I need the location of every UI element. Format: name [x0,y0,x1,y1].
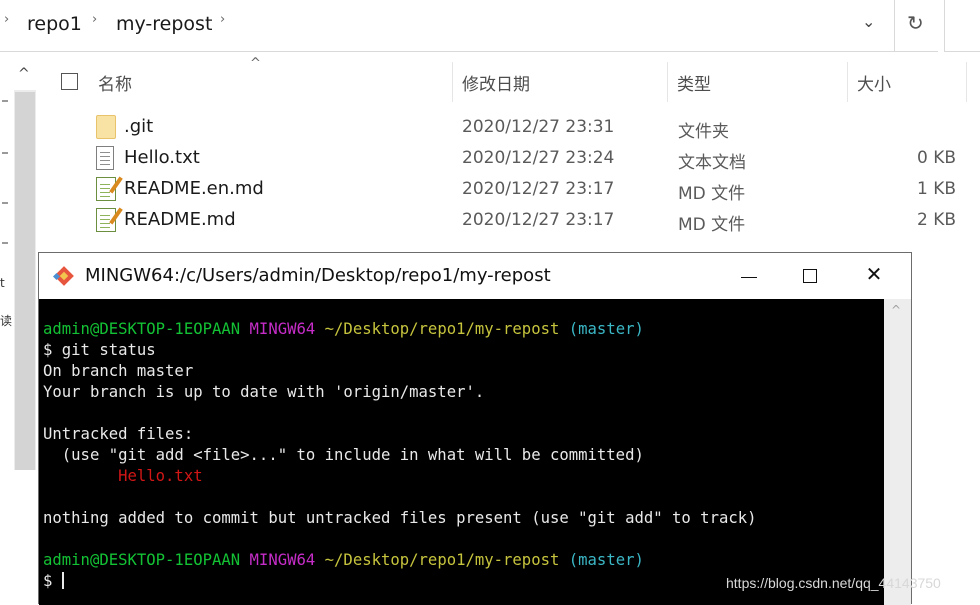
terminal-title-bar[interactable]: MINGW64:/c/Users/admin/Desktop/repo1/my-… [39,253,911,299]
address-dropdown-icon[interactable]: ⌄ [862,12,875,31]
output-line: On branch master [43,362,194,380]
breadcrumb-repo1[interactable]: repo1 [27,13,82,35]
file-date: 2020/12/27 23:17 [462,210,615,230]
markdown-file-icon [96,176,123,201]
refresh-button[interactable]: ↻ [894,0,938,52]
prompt-shell: MINGW64 [249,551,316,569]
minimize-icon [741,277,757,278]
file-name: .git [124,116,154,137]
terminal-text: admin@DESKTOP-1EOPAAN MINGW64 ~/Desktop/… [43,319,757,592]
column-divider[interactable] [966,62,967,102]
file-size: 2 KB [916,210,956,230]
file-type: MD 文件 [678,184,746,204]
breadcrumb-chevron-icon[interactable]: › [220,12,225,27]
file-date: 2020/12/27 23:24 [462,148,615,168]
breadcrumb-chevron-icon[interactable]: › [92,12,97,27]
output-line: Untracked files: [43,425,194,443]
prompt-branch: (master) [568,551,644,569]
close-icon: ✕ [865,262,883,286]
column-divider[interactable] [452,62,453,102]
folder-icon [96,115,116,139]
file-row[interactable]: README.en.md 2020/12/27 23:17 MD 文件 1 KB [90,174,970,205]
address-bar[interactable]: › repo1 › my-repost › ⌄ [0,0,895,52]
column-header-size[interactable]: 大小 [857,70,891,95]
text-cursor [61,572,64,589]
nav-scrollbar-thumb[interactable] [15,92,35,470]
prompt-shell: MINGW64 [249,320,316,338]
column-divider[interactable] [667,62,668,102]
file-type: 文件夹 [678,122,729,142]
scroll-up-icon[interactable]: ^ [891,303,901,317]
file-name: Hello.txt [124,147,200,168]
file-name: README.md [124,209,236,230]
nav-marker [2,242,8,244]
untracked-file: Hello.txt [43,467,203,485]
prompt-path: ~/Desktop/repo1/my-repost [324,551,560,569]
nav-fragment[interactable]: t [0,276,5,290]
select-all-checkbox[interactable] [61,73,78,90]
nav-marker [2,202,8,204]
refresh-icon: ↻ [907,11,924,35]
terminal-window[interactable]: MINGW64:/c/Users/admin/Desktop/repo1/my-… [38,252,912,605]
output-line: Your branch is up to date with 'origin/m… [43,383,485,401]
breadcrumb-my-repost[interactable]: my-repost [116,13,212,35]
maximize-button[interactable] [781,253,843,299]
column-header-name[interactable]: 名称 [98,70,132,95]
file-name: README.en.md [124,178,264,199]
command-line: $ git status [43,341,156,359]
file-type: MD 文件 [678,215,746,235]
prompt-user-host: admin@DESKTOP-1EOPAAN [43,551,241,569]
text-file-icon [96,146,114,170]
minimize-button[interactable] [719,253,781,299]
file-type: 文本文档 [678,153,746,173]
column-header-type[interactable]: 类型 [677,70,711,95]
terminal-output[interactable]: admin@DESKTOP-1EOPAAN MINGW64 ~/Desktop/… [39,299,884,605]
output-line: (use "git add <file>..." to include in w… [43,446,644,464]
file-size: 0 KB [916,148,956,168]
close-button[interactable]: ✕ [843,253,905,299]
file-row[interactable]: Hello.txt 2020/12/27 23:24 文本文档 0 KB [90,143,970,174]
markdown-file-icon [96,207,123,232]
prompt-path: ~/Desktop/repo1/my-repost [324,320,560,338]
prompt-branch: (master) [568,320,644,338]
column-header-date[interactable]: 修改日期 [462,70,530,95]
nav-marker [2,152,8,154]
summary-line: nothing added to commit but untracked fi… [43,509,757,527]
nav-marker [2,100,8,102]
terminal-title: MINGW64:/c/Users/admin/Desktop/repo1/my-… [85,265,551,286]
terminal-scrollbar[interactable]: ^ [884,299,911,605]
sort-ascending-icon: ^ [250,56,261,71]
git-bash-logo-icon [53,266,74,286]
scroll-up-icon[interactable]: ^ [18,66,30,82]
file-date: 2020/12/27 23:31 [462,117,615,137]
file-row[interactable]: README.md 2020/12/27 23:17 MD 文件 2 KB [90,205,970,236]
prompt-user-host: admin@DESKTOP-1EOPAAN [43,320,241,338]
search-box[interactable] [944,0,980,52]
maximize-icon [803,269,817,283]
navigation-pane[interactable]: t 读 [0,52,14,604]
nav-fragment[interactable]: 读 [0,312,12,329]
file-date: 2020/12/27 23:17 [462,179,615,199]
column-divider[interactable] [847,62,848,102]
file-size: 1 KB [916,179,956,199]
input-prompt[interactable]: $ [43,572,62,590]
watermark: https://blog.csdn.net/qq_44143750 [726,575,941,591]
file-row[interactable]: .git 2020/12/27 23:31 文件夹 [90,112,970,143]
breadcrumb-chevron-icon[interactable]: › [4,12,9,27]
